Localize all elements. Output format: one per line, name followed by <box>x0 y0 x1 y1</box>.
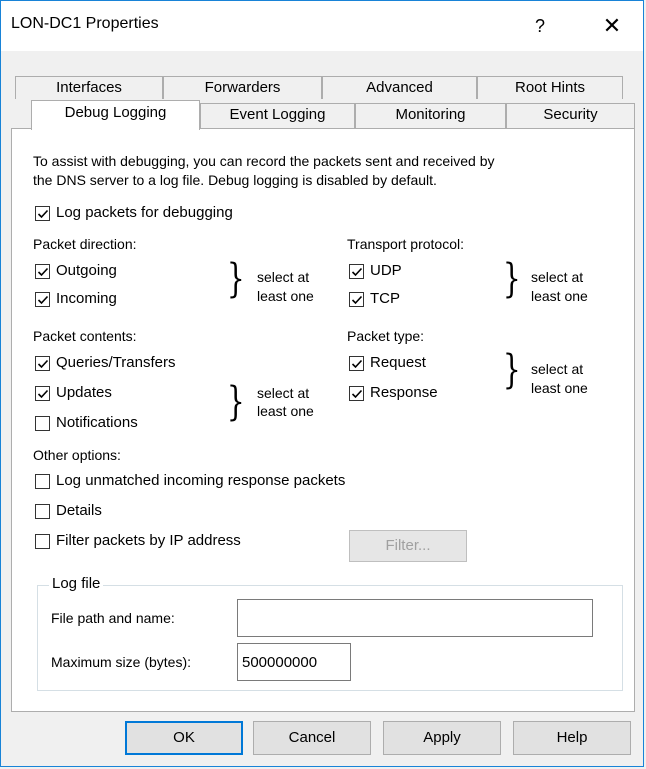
brace-icon: } <box>226 379 245 425</box>
queries-transfers-label: Queries/Transfers <box>56 354 176 371</box>
direction-hint-line2: least one <box>257 288 314 304</box>
type-hint-line2: least one <box>531 380 588 396</box>
contents-hint-line2: least one <box>257 403 314 419</box>
log-unmatched-checkbox[interactable] <box>35 474 50 489</box>
brace-icon: } <box>226 256 245 302</box>
file-path-input[interactable] <box>237 599 593 637</box>
log-unmatched-label: Log unmatched incoming response packets <box>56 472 346 489</box>
transport-hint-line1: select at <box>531 269 584 285</box>
log-file-legend: Log file <box>49 575 104 592</box>
filter-button[interactable]: Filter... <box>349 530 467 562</box>
incoming-label: Incoming <box>56 290 117 307</box>
details-label: Details <box>56 502 102 519</box>
type-hint-line1: select at <box>531 361 584 377</box>
response-label: Response <box>370 384 438 401</box>
transport-protocol-label: Transport protocol: <box>347 236 464 252</box>
packet-type-label: Packet type: <box>347 328 425 344</box>
file-path-label: File path and name: <box>51 610 175 626</box>
max-size-label: Maximum size (bytes): <box>51 654 192 670</box>
updates-checkbox[interactable] <box>35 386 50 401</box>
request-label: Request <box>370 354 426 371</box>
max-size-input[interactable] <box>237 643 351 681</box>
tcp-label: TCP <box>370 290 400 307</box>
filter-ip-checkbox[interactable] <box>35 534 50 549</box>
packet-direction-label: Packet direction: <box>33 236 137 252</box>
intro-text-line2: the DNS server to a log file. Debug logg… <box>33 172 437 188</box>
outgoing-label: Outgoing <box>56 262 117 279</box>
incoming-checkbox[interactable] <box>35 292 50 307</box>
notifications-label: Notifications <box>56 414 138 431</box>
details-checkbox[interactable] <box>35 504 50 519</box>
contents-hint-line1: select at <box>257 385 310 401</box>
other-options-label: Other options: <box>33 447 121 463</box>
response-checkbox[interactable] <box>349 386 364 401</box>
outgoing-checkbox[interactable] <box>35 264 50 279</box>
request-checkbox[interactable] <box>349 356 364 371</box>
notifications-checkbox[interactable] <box>35 416 50 431</box>
filter-ip-label: Filter packets by IP address <box>56 532 241 549</box>
queries-transfers-checkbox[interactable] <box>35 356 50 371</box>
udp-checkbox[interactable] <box>349 264 364 279</box>
updates-label: Updates <box>56 384 112 401</box>
transport-hint-line2: least one <box>531 288 588 304</box>
packet-contents-label: Packet contents: <box>33 328 137 344</box>
tcp-checkbox[interactable] <box>349 292 364 307</box>
brace-icon: } <box>502 347 521 393</box>
direction-hint-line1: select at <box>257 269 310 285</box>
debug-logging-content: To assist with debugging, you can record… <box>1 1 645 768</box>
udp-label: UDP <box>370 262 402 279</box>
log-packets-label: Log packets for debugging <box>56 204 233 221</box>
properties-dialog: LON-DC1 Properties ? ✕ Interfaces Forwar… <box>0 0 644 767</box>
intro-text-line1: To assist with debugging, you can record… <box>33 153 495 169</box>
log-packets-checkbox[interactable] <box>35 206 50 221</box>
brace-icon: } <box>502 256 521 302</box>
